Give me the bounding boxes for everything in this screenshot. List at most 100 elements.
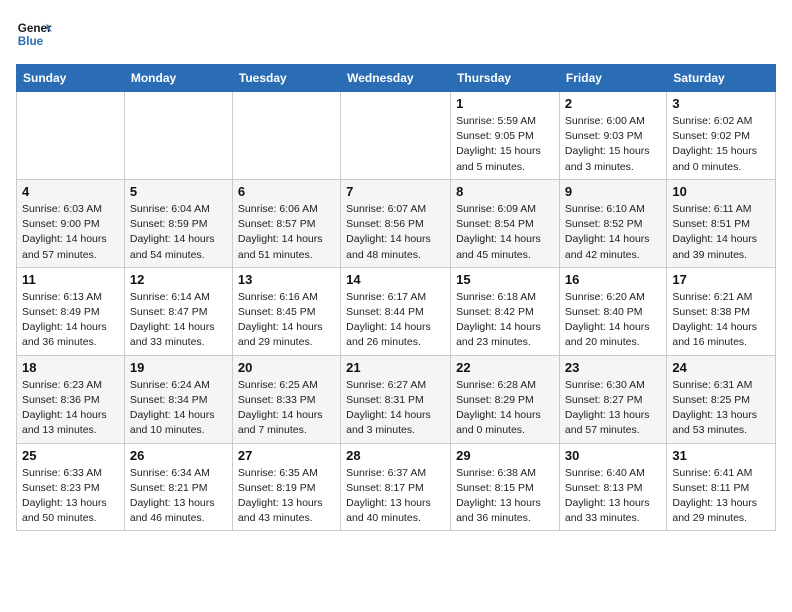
day-info: Sunrise: 5:59 AMSunset: 9:05 PMDaylight:… [456, 114, 554, 175]
calendar-table: SundayMondayTuesdayWednesdayThursdayFrid… [16, 64, 776, 531]
day-info: Sunrise: 6:09 AMSunset: 8:54 PMDaylight:… [456, 202, 554, 263]
day-number: 13 [238, 272, 335, 287]
day-info: Sunrise: 6:27 AMSunset: 8:31 PMDaylight:… [346, 378, 445, 439]
day-info: Sunrise: 6:37 AMSunset: 8:17 PMDaylight:… [346, 466, 445, 527]
calendar-cell: 1 Sunrise: 5:59 AMSunset: 9:05 PMDaylight… [451, 92, 560, 180]
day-number: 21 [346, 360, 445, 375]
day-number: 17 [672, 272, 770, 287]
day-info: Sunrise: 6:03 AMSunset: 9:00 PMDaylight:… [22, 202, 119, 263]
page-header: General Blue [16, 16, 776, 52]
day-number: 19 [130, 360, 227, 375]
calendar-cell: 22Sunrise: 6:28 AMSunset: 8:29 PMDayligh… [451, 355, 560, 443]
calendar-cell: 4 Sunrise: 6:03 AMSunset: 9:00 PMDaylight… [17, 179, 125, 267]
day-number: 2 [565, 96, 661, 111]
calendar-cell: 28 Sunrise: 6:37 AMSunset: 8:17 PMDayligh… [341, 443, 451, 531]
day-number: 23 [565, 360, 661, 375]
calendar-week-row: 4 Sunrise: 6:03 AMSunset: 9:00 PMDaylight… [17, 179, 776, 267]
day-number: 22 [456, 360, 554, 375]
day-number: 18 [22, 360, 119, 375]
calendar-cell: 11 Sunrise: 6:13 AMSunset: 8:49 PMDayligh… [17, 267, 125, 355]
day-info: Sunrise: 6:11 AMSunset: 8:51 PMDaylight:… [672, 202, 770, 263]
day-info: Sunrise: 6:34 AMSunset: 8:21 PMDaylight:… [130, 466, 227, 527]
weekday-header-wednesday: Wednesday [341, 65, 451, 92]
calendar-cell [124, 92, 232, 180]
day-info: Sunrise: 6:00 AMSunset: 9:03 PMDaylight:… [565, 114, 661, 175]
logo-icon: General Blue [16, 16, 52, 52]
calendar-cell: 6Sunrise: 6:06 AMSunset: 8:57 PMDaylight… [232, 179, 340, 267]
calendar-cell: 13 Sunrise: 6:16 AMSunset: 8:45 PMDayligh… [232, 267, 340, 355]
calendar-cell: 15 Sunrise: 6:18 AMSunset: 8:42 PMDayligh… [451, 267, 560, 355]
calendar-cell: 24 Sunrise: 6:31 AMSunset: 8:25 PMDayligh… [667, 355, 776, 443]
weekday-header-thursday: Thursday [451, 65, 560, 92]
calendar-cell: 19Sunrise: 6:24 AMSunset: 8:34 PMDayligh… [124, 355, 232, 443]
day-number: 24 [672, 360, 770, 375]
day-number: 8 [456, 184, 554, 199]
weekday-header-saturday: Saturday [667, 65, 776, 92]
calendar-cell: 29Sunrise: 6:38 AMSunset: 8:15 PMDayligh… [451, 443, 560, 531]
day-number: 28 [346, 448, 445, 463]
day-number: 1 [456, 96, 554, 111]
calendar-cell: 7Sunrise: 6:07 AMSunset: 8:56 PMDaylight… [341, 179, 451, 267]
day-number: 9 [565, 184, 661, 199]
day-info: Sunrise: 6:41 AMSunset: 8:11 PMDaylight:… [672, 466, 770, 527]
weekday-header-monday: Monday [124, 65, 232, 92]
day-info: Sunrise: 6:13 AMSunset: 8:49 PMDaylight:… [22, 290, 119, 351]
day-info: Sunrise: 6:30 AMSunset: 8:27 PMDaylight:… [565, 378, 661, 439]
day-number: 10 [672, 184, 770, 199]
day-number: 27 [238, 448, 335, 463]
calendar-cell: 18 Sunrise: 6:23 AMSunset: 8:36 PMDayligh… [17, 355, 125, 443]
calendar-cell [232, 92, 340, 180]
calendar-cell: 26 Sunrise: 6:34 AMSunset: 8:21 PMDayligh… [124, 443, 232, 531]
day-number: 15 [456, 272, 554, 287]
day-number: 30 [565, 448, 661, 463]
logo: General Blue [16, 16, 58, 52]
day-info: Sunrise: 6:04 AMSunset: 8:59 PMDaylight:… [130, 202, 227, 263]
calendar-cell: 10 Sunrise: 6:11 AMSunset: 8:51 PMDayligh… [667, 179, 776, 267]
day-number: 11 [22, 272, 119, 287]
day-info: Sunrise: 6:25 AMSunset: 8:33 PMDaylight:… [238, 378, 335, 439]
day-number: 12 [130, 272, 227, 287]
day-info: Sunrise: 6:40 AMSunset: 8:13 PMDaylight:… [565, 466, 661, 527]
day-info: Sunrise: 6:07 AMSunset: 8:56 PMDaylight:… [346, 202, 445, 263]
calendar-cell: 25 Sunrise: 6:33 AMSunset: 8:23 PMDayligh… [17, 443, 125, 531]
day-number: 4 [22, 184, 119, 199]
calendar-cell: 17Sunrise: 6:21 AMSunset: 8:38 PMDayligh… [667, 267, 776, 355]
calendar-cell: 2 Sunrise: 6:00 AMSunset: 9:03 PMDaylight… [559, 92, 666, 180]
calendar-cell: 23 Sunrise: 6:30 AMSunset: 8:27 PMDayligh… [559, 355, 666, 443]
day-info: Sunrise: 6:06 AMSunset: 8:57 PMDaylight:… [238, 202, 335, 263]
weekday-header-sunday: Sunday [17, 65, 125, 92]
calendar-cell [341, 92, 451, 180]
weekday-header-friday: Friday [559, 65, 666, 92]
day-info: Sunrise: 6:14 AMSunset: 8:47 PMDaylight:… [130, 290, 227, 351]
calendar-cell: 3 Sunrise: 6:02 AMSunset: 9:02 PMDaylight… [667, 92, 776, 180]
calendar-cell: 8 Sunrise: 6:09 AMSunset: 8:54 PMDaylight… [451, 179, 560, 267]
day-number: 16 [565, 272, 661, 287]
calendar-cell: 20Sunrise: 6:25 AMSunset: 8:33 PMDayligh… [232, 355, 340, 443]
weekday-header-tuesday: Tuesday [232, 65, 340, 92]
calendar-cell: 16 Sunrise: 6:20 AMSunset: 8:40 PMDayligh… [559, 267, 666, 355]
day-number: 14 [346, 272, 445, 287]
day-info: Sunrise: 6:02 AMSunset: 9:02 PMDaylight:… [672, 114, 770, 175]
day-number: 31 [672, 448, 770, 463]
day-info: Sunrise: 6:18 AMSunset: 8:42 PMDaylight:… [456, 290, 554, 351]
calendar-cell [17, 92, 125, 180]
day-info: Sunrise: 6:10 AMSunset: 8:52 PMDaylight:… [565, 202, 661, 263]
svg-text:Blue: Blue [18, 35, 44, 48]
calendar-cell: 5 Sunrise: 6:04 AMSunset: 8:59 PMDaylight… [124, 179, 232, 267]
day-number: 25 [22, 448, 119, 463]
day-number: 5 [130, 184, 227, 199]
day-info: Sunrise: 6:38 AMSunset: 8:15 PMDaylight:… [456, 466, 554, 527]
day-number: 3 [672, 96, 770, 111]
calendar-cell: 30 Sunrise: 6:40 AMSunset: 8:13 PMDayligh… [559, 443, 666, 531]
calendar-cell: 21 Sunrise: 6:27 AMSunset: 8:31 PMDayligh… [341, 355, 451, 443]
calendar-week-row: 25 Sunrise: 6:33 AMSunset: 8:23 PMDayligh… [17, 443, 776, 531]
day-info: Sunrise: 6:33 AMSunset: 8:23 PMDaylight:… [22, 466, 119, 527]
day-info: Sunrise: 6:23 AMSunset: 8:36 PMDaylight:… [22, 378, 119, 439]
calendar-cell: 9 Sunrise: 6:10 AMSunset: 8:52 PMDaylight… [559, 179, 666, 267]
calendar-cell: 31 Sunrise: 6:41 AMSunset: 8:11 PMDayligh… [667, 443, 776, 531]
calendar-week-row: 11 Sunrise: 6:13 AMSunset: 8:49 PMDayligh… [17, 267, 776, 355]
day-info: Sunrise: 6:16 AMSunset: 8:45 PMDaylight:… [238, 290, 335, 351]
day-info: Sunrise: 6:20 AMSunset: 8:40 PMDaylight:… [565, 290, 661, 351]
day-info: Sunrise: 6:31 AMSunset: 8:25 PMDaylight:… [672, 378, 770, 439]
day-number: 26 [130, 448, 227, 463]
